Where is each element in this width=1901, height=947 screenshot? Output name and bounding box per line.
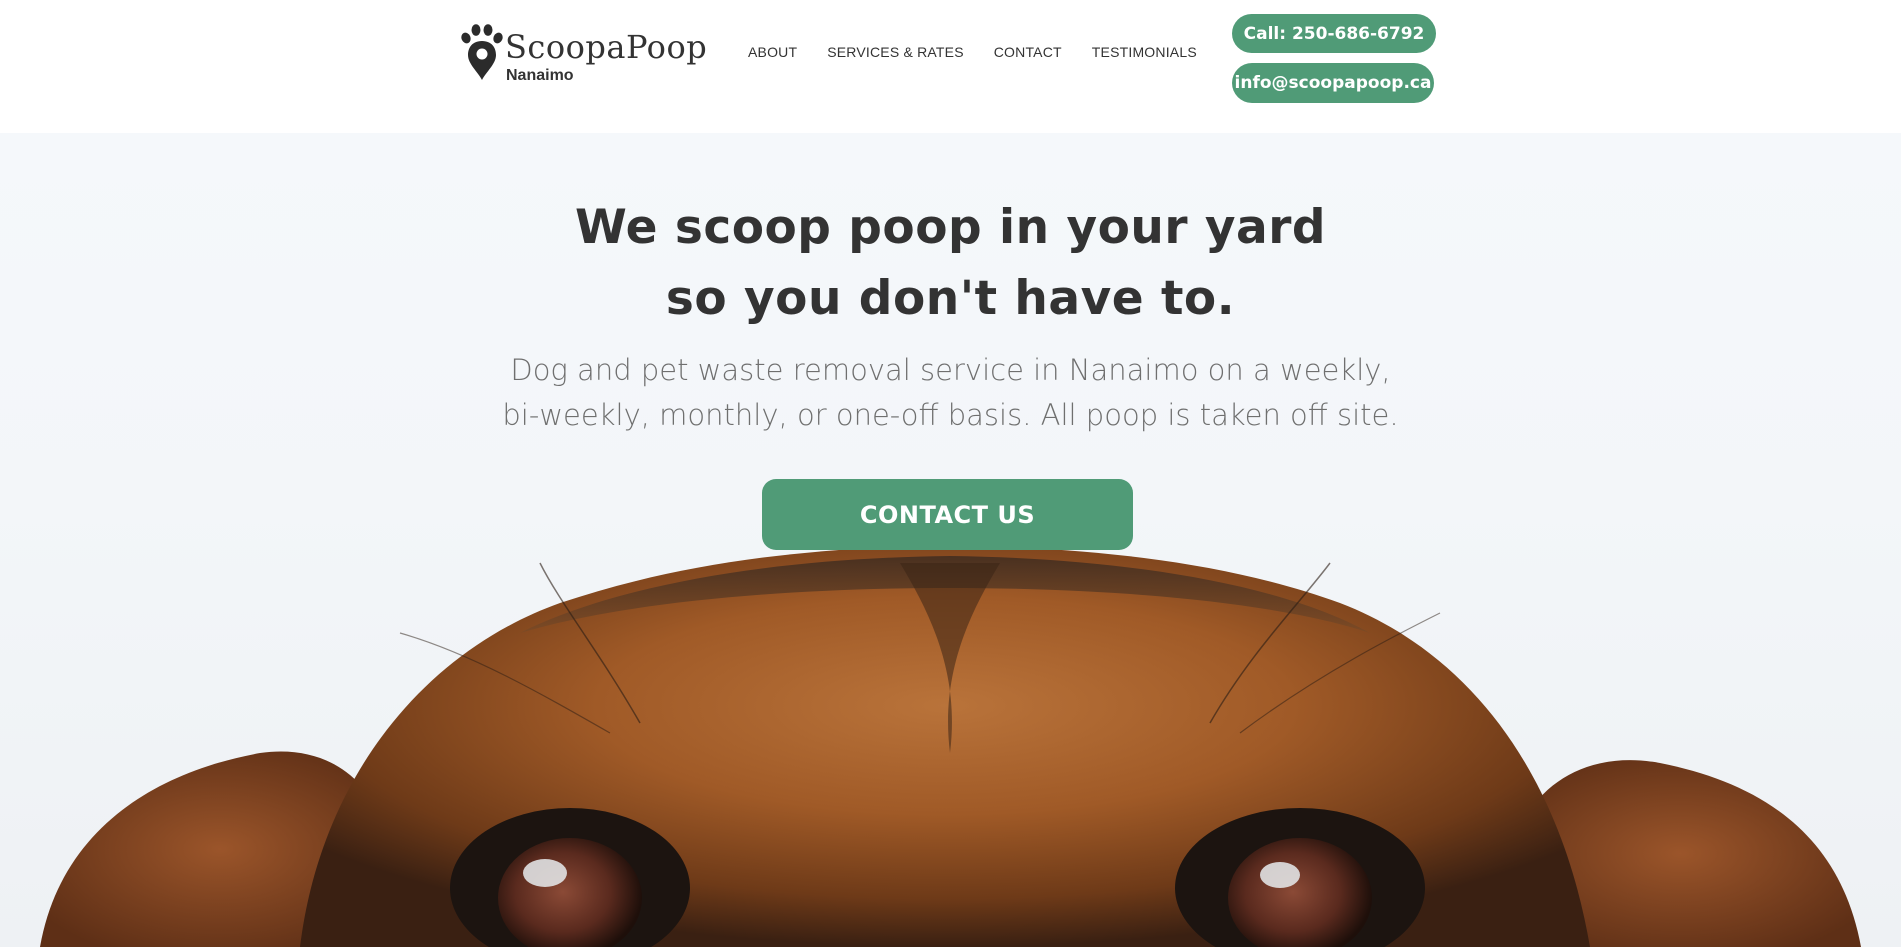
contact-us-button[interactable]: CONTACT US [762,479,1133,550]
hero-headline-line-2: so you don't have to. [665,271,1236,326]
logo-link[interactable]: ScoopaPoop Nanaimo [458,24,707,88]
nav-item-services-rates[interactable]: SERVICES & RATES [827,44,964,60]
hero-subtext-line-2: bi-weekly, monthly, or one-off basis. Al… [502,398,1399,432]
brand-name: ScoopaPoop [505,28,708,66]
hero-headline-line-1: We scoop poop in your yard [574,200,1327,255]
site-header: ScoopaPoop Nanaimo ABOUT SERVICES & RATE… [0,0,1901,133]
main-nav: ABOUT SERVICES & RATES CONTACT TESTIMONI… [748,44,1197,60]
brand-location: Nanaimo [506,67,574,84]
call-phone-button[interactable]: Call: 250-686-6792 [1232,14,1436,53]
paw-location-pin-icon [461,24,503,80]
nav-item-testimonials[interactable]: TESTIMONIALS [1092,44,1197,60]
hero-subtext-line-1: Dog and pet waste removal service in Nan… [510,353,1391,387]
nav-item-about[interactable]: ABOUT [748,44,797,60]
nav-item-contact[interactable]: CONTACT [994,44,1062,60]
email-button[interactable]: info@scoopapoop.ca [1232,63,1434,103]
hero-section: We scoop poop in your yard so you don't … [0,133,1901,947]
